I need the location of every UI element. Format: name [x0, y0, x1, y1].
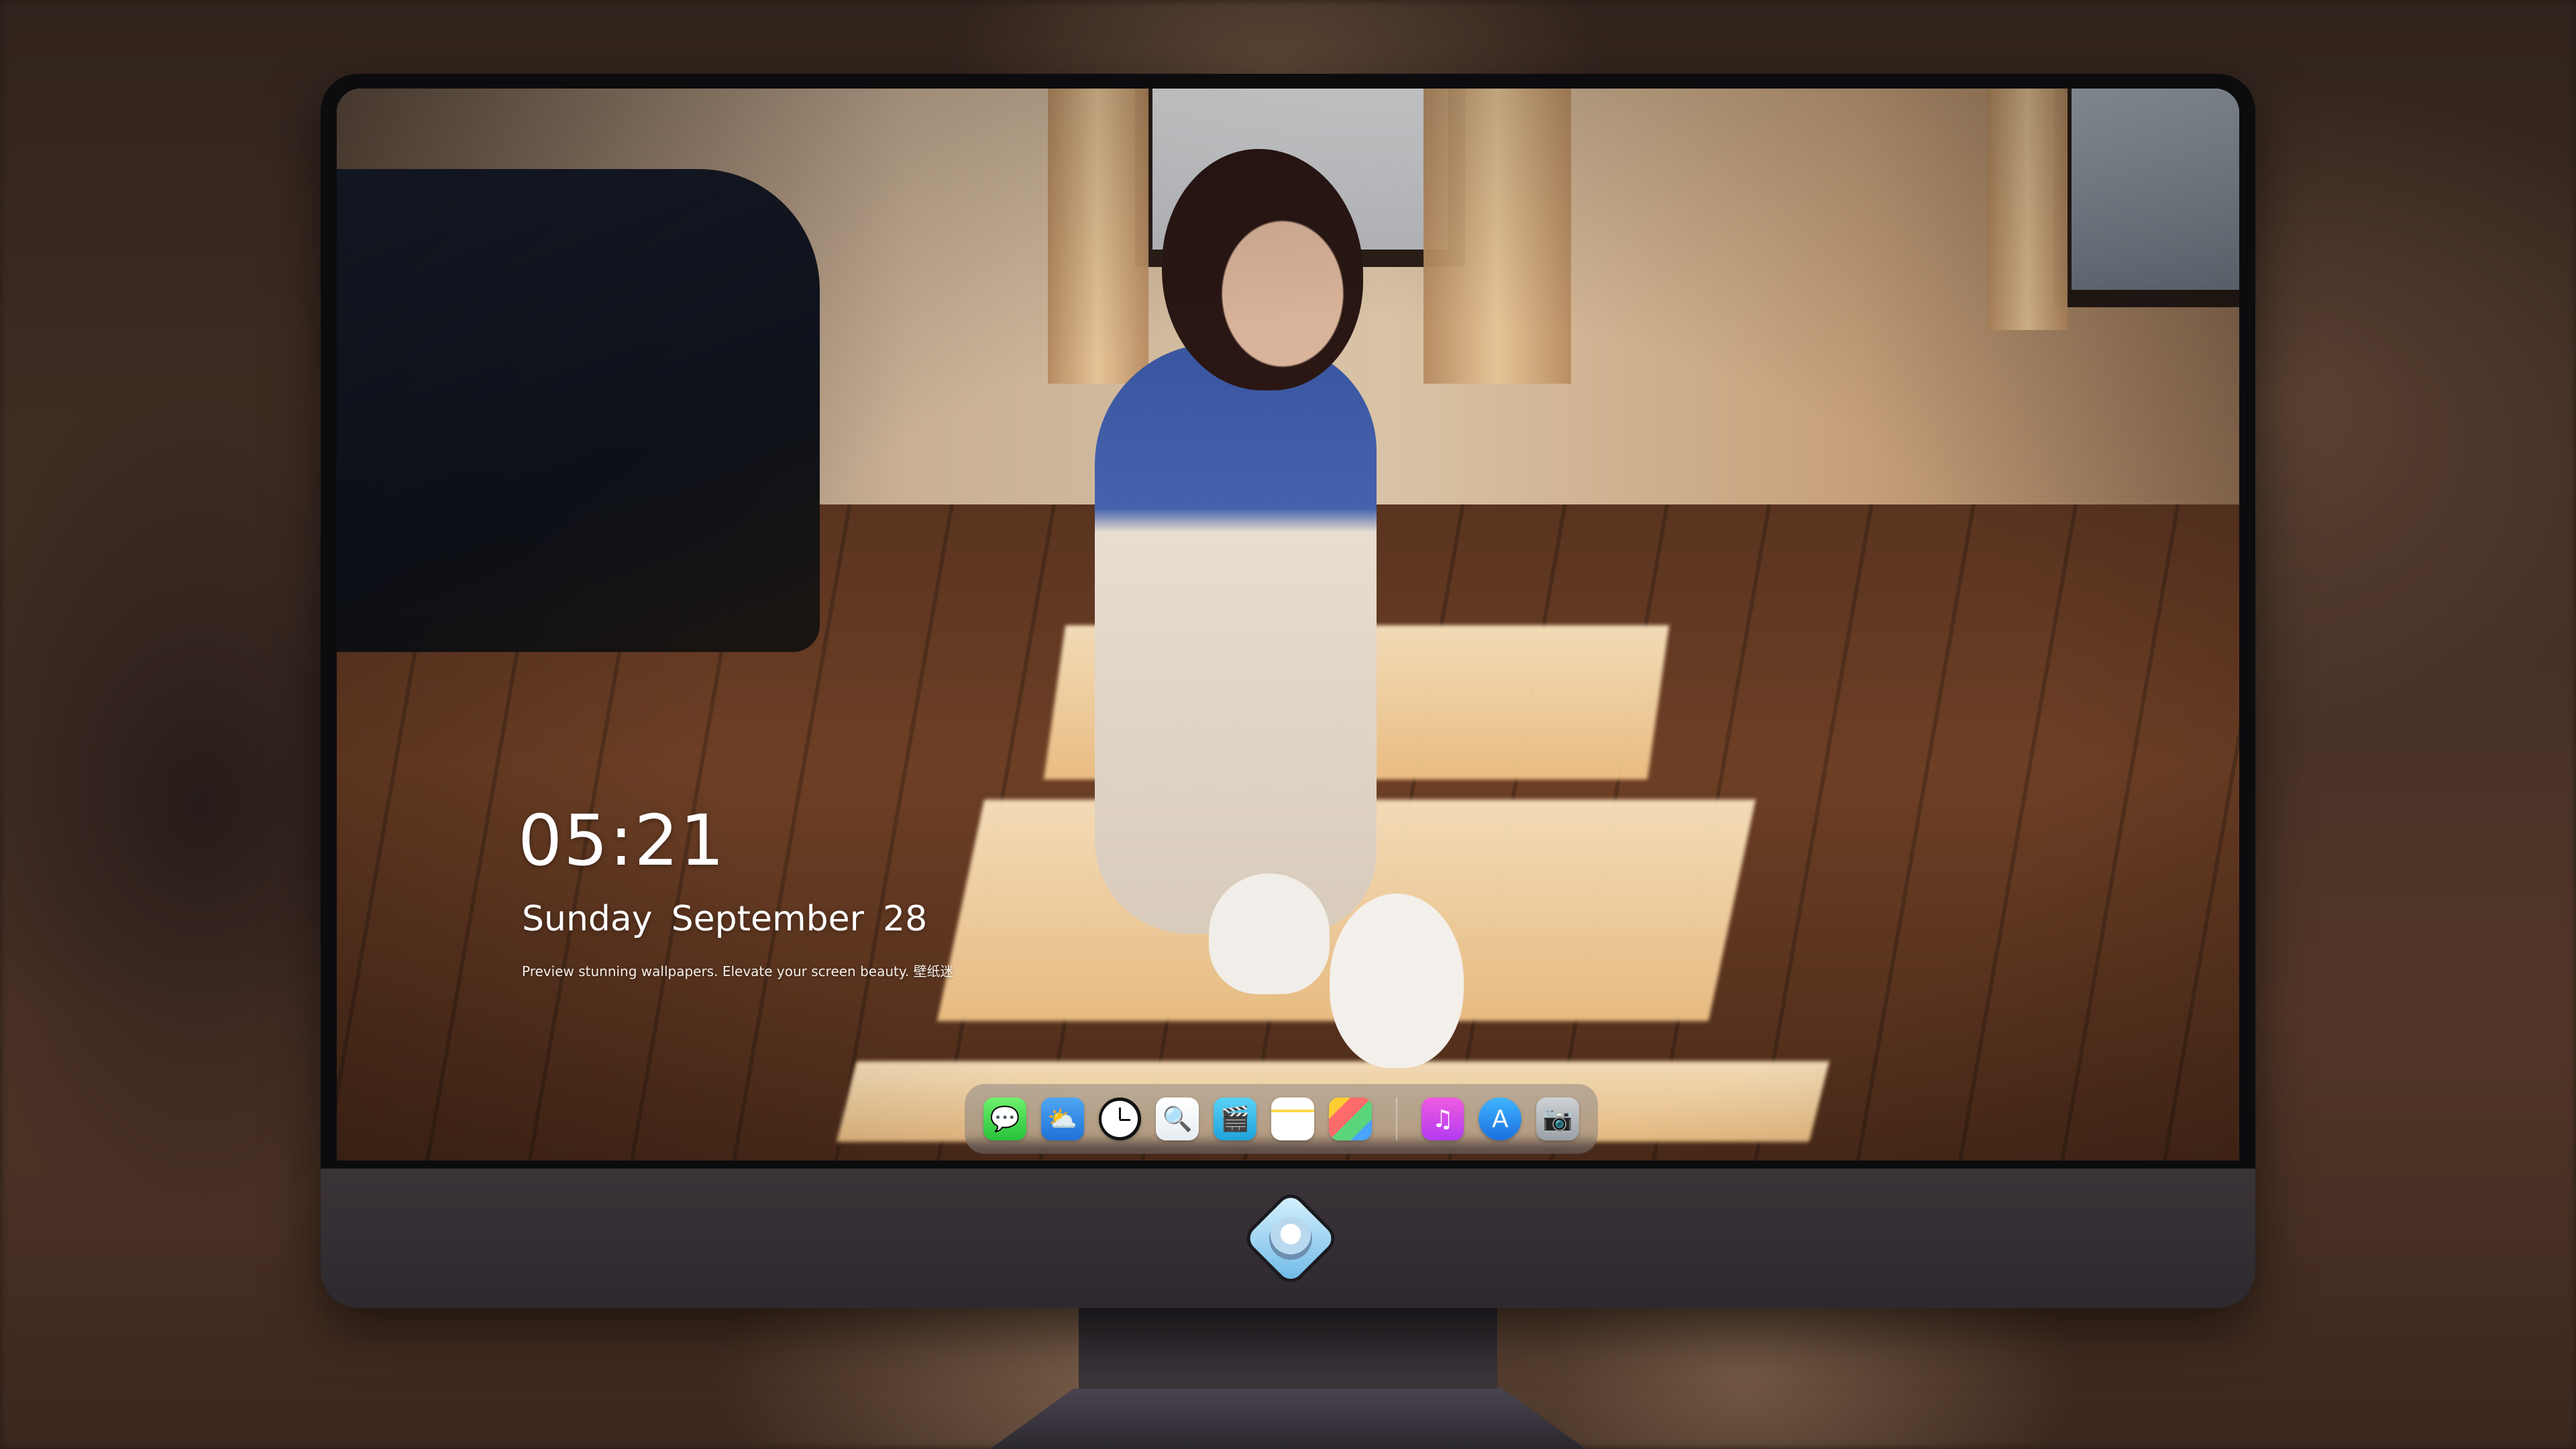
lock-date-month: September: [671, 899, 864, 939]
clock-icon[interactable]: [1098, 1097, 1142, 1140]
monitor-stand-neck: [1079, 1308, 1497, 1389]
lock-date: Sunday September 28: [522, 899, 946, 939]
camera-icon[interactable]: 📷: [1536, 1097, 1579, 1140]
lock-date-day: 28: [883, 899, 928, 939]
notes-icon[interactable]: [1271, 1097, 1314, 1140]
wallpaper-vignette: [337, 89, 2239, 1161]
wallpaper: [337, 89, 2239, 1161]
lock-tagline: Preview stunning wallpapers. Elevate you…: [522, 963, 954, 979]
app-store-icon[interactable]: A: [1479, 1097, 1522, 1140]
clapperboard-icon[interactable]: 🎬: [1214, 1097, 1256, 1140]
monitor: 05:21 Sunday September 28 Preview stunning…: [321, 74, 2255, 1308]
lock-clock: 05:21: [518, 800, 726, 881]
weather-icon[interactable]: ⛅: [1040, 1097, 1084, 1140]
dock-separator: [1395, 1097, 1397, 1140]
lock-date-weekday: Sunday: [522, 899, 653, 939]
monitor-stand-base: [990, 1389, 1586, 1449]
preview-icon[interactable]: 🔍: [1156, 1097, 1199, 1140]
screen: 05:21 Sunday September 28 Preview stunning…: [337, 89, 2239, 1161]
brand-logo-mascot-icon: [1269, 1217, 1312, 1260]
dock: 💬 ⛅ 🔍 🎬 ♫ A 📷: [965, 1084, 1598, 1154]
messages-icon[interactable]: 💬: [983, 1097, 1026, 1140]
clock-face: [1102, 1101, 1138, 1137]
music-icon[interactable]: ♫: [1421, 1097, 1464, 1140]
photos-icon[interactable]: [1328, 1097, 1372, 1140]
monitor-chin: [321, 1169, 2255, 1308]
